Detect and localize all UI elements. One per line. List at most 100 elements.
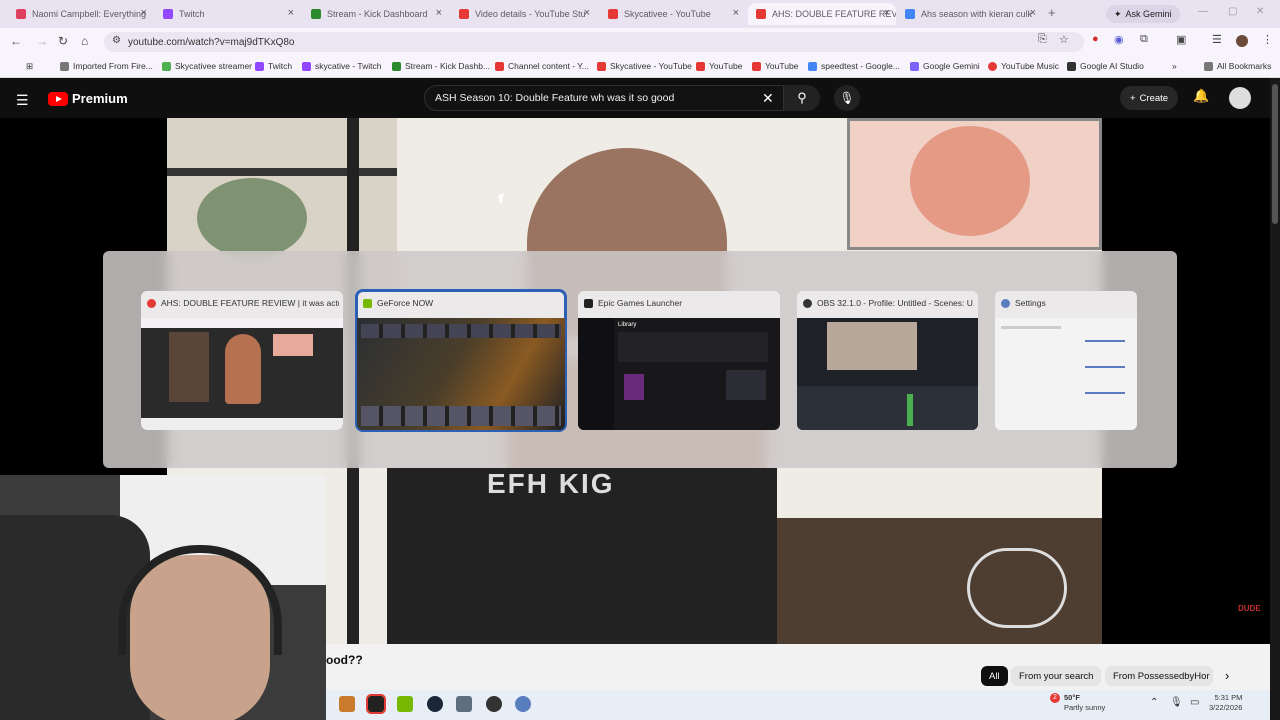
taskbar-epic-icon[interactable] bbox=[366, 694, 386, 714]
youtube-premium-logo[interactable]: Premium bbox=[48, 91, 128, 106]
taskbar-app-icon[interactable] bbox=[339, 696, 355, 712]
search-input[interactable]: ASH Season 10: Double Feature wh was it … bbox=[424, 85, 784, 111]
create-label: Create bbox=[1139, 92, 1169, 104]
taskbar-clock[interactable]: 5:31 PM 3/22/2026 bbox=[1209, 693, 1242, 713]
bookmark-speedtest[interactable]: speedtest - Google... bbox=[808, 61, 900, 71]
ask-gemini-button[interactable]: ✦ Ask Gemini bbox=[1106, 5, 1180, 23]
hamburger-menu-icon[interactable]: ☰ bbox=[16, 92, 29, 109]
channel-watermark[interactable]: DUDE bbox=[1238, 604, 1262, 626]
favicon-icon bbox=[696, 61, 705, 71]
profile-avatar[interactable] bbox=[1236, 35, 1248, 47]
obs-icon bbox=[803, 298, 812, 308]
bookmark-label: YouTube bbox=[709, 61, 743, 71]
switcher-window-epic-games[interactable]: Epic Games Launcher Library bbox=[578, 291, 780, 430]
chip-all[interactable]: All bbox=[981, 666, 1008, 686]
extensions-puzzle-icon[interactable]: ⧉ bbox=[1140, 33, 1148, 46]
switcher-window-chrome[interactable]: AHS: DOUBLE FEATURE REVIEW | it was actu… bbox=[141, 291, 343, 430]
tab-naomi-campbell[interactable]: Naomi Campbell: Everything × bbox=[8, 3, 153, 25]
browser-menu-icon[interactable]: ⋮ bbox=[1262, 33, 1273, 46]
tray-chevron-up-icon[interactable]: ⌃ bbox=[1150, 697, 1158, 708]
bookmark-kick-dashboard[interactable]: Stream - Kick Dashb... bbox=[392, 61, 490, 71]
taskbar-settings-icon[interactable] bbox=[515, 696, 531, 712]
window-title-bar: Settings bbox=[1001, 296, 1133, 310]
shirt-text: EFH KIG bbox=[487, 468, 615, 499]
chevron-right-icon[interactable]: › bbox=[1225, 668, 1229, 683]
epic-games-icon bbox=[584, 298, 593, 308]
scrollbar-thumb[interactable] bbox=[1272, 84, 1278, 224]
thumb-dock bbox=[797, 386, 978, 430]
close-window-icon[interactable]: ✕ bbox=[1256, 6, 1264, 17]
home-icon[interactable]: ⌂ bbox=[81, 34, 88, 48]
bookmark-skycative-twitch[interactable]: skycative - Twitch bbox=[302, 61, 381, 71]
tab-label: AHS: DOUBLE FEATURE REV bbox=[772, 9, 896, 19]
more-bookmarks-icon[interactable]: » bbox=[1172, 61, 1177, 71]
close-tab-icon[interactable]: × bbox=[436, 7, 442, 19]
close-tab-icon[interactable]: × bbox=[584, 7, 590, 19]
bookmark-skycativee-streamer[interactable]: Skycativee streamer bbox=[162, 61, 252, 71]
close-tab-icon[interactable]: × bbox=[288, 7, 294, 19]
tab-favicon-icon bbox=[163, 9, 173, 19]
tab-twitch[interactable]: Twitch × bbox=[155, 3, 300, 25]
address-bar[interactable]: ⚙ youtube.com/watch?v=maj9dTKxQ8o bbox=[104, 32, 1084, 52]
all-bookmarks[interactable]: All Bookmarks bbox=[1204, 61, 1271, 71]
bookmark-google-ai-studio[interactable]: Google AI Studio bbox=[1067, 61, 1144, 71]
tab-google-search[interactable]: Ahs season with kieran culk × bbox=[897, 3, 1042, 25]
account-avatar[interactable] bbox=[1229, 87, 1251, 109]
minimize-icon[interactable]: — bbox=[1198, 6, 1208, 17]
new-tab-button[interactable]: + bbox=[1048, 5, 1056, 20]
extension-icon[interactable]: ◉ bbox=[1114, 33, 1124, 46]
forward-icon[interactable]: → bbox=[36, 34, 48, 48]
tab-search-icon[interactable]: ☰ bbox=[1212, 33, 1222, 46]
favicon-icon bbox=[392, 61, 401, 71]
tab-kick-dashboard[interactable]: Stream - Kick Dashboard × bbox=[303, 3, 448, 25]
switcher-window-obs[interactable]: OBS 32.1.0 - Profile: Untitled - Scenes:… bbox=[797, 291, 978, 430]
voice-search-button[interactable]: 🎙 bbox=[834, 85, 860, 111]
bookmark-skycativee-youtube[interactable]: Skycativee - YouTube bbox=[597, 61, 692, 71]
bookmark-youtube[interactable]: YouTube bbox=[696, 61, 742, 71]
weather-widget[interactable]: 2 50°F Partly sunny bbox=[1046, 693, 1105, 713]
apps-grid-icon[interactable]: ⊞ bbox=[26, 61, 33, 72]
close-tab-icon[interactable]: × bbox=[733, 7, 739, 19]
favicon-icon bbox=[162, 61, 171, 71]
bookmark-label: Imported From Fire... bbox=[73, 61, 153, 71]
bookmark-channel-content[interactable]: Channel content - Y... bbox=[495, 61, 589, 71]
switcher-window-settings[interactable]: Settings bbox=[995, 291, 1137, 430]
close-tab-icon[interactable]: × bbox=[884, 7, 890, 19]
search-button[interactable]: ⚲ bbox=[784, 85, 820, 111]
favicon-icon bbox=[1067, 61, 1076, 71]
tab-label: Skycativee - YouTube bbox=[624, 9, 711, 19]
maximize-icon[interactable]: ▢ bbox=[1228, 6, 1237, 17]
folder-icon bbox=[60, 61, 69, 71]
back-icon[interactable]: ← bbox=[10, 34, 22, 48]
taskbar-calculator-icon[interactable] bbox=[456, 696, 472, 712]
taskbar-geforce-icon[interactable] bbox=[397, 696, 413, 712]
bookmark-youtube-2[interactable]: YouTube bbox=[752, 61, 798, 71]
tray-display-icon[interactable]: ▭ bbox=[1190, 697, 1199, 708]
switcher-window-geforce-now[interactable]: GeForce NOW bbox=[355, 289, 567, 432]
chip-from-your-search[interactable]: From your search bbox=[1011, 666, 1102, 686]
video-poster bbox=[847, 118, 1102, 250]
tray-mic-icon[interactable]: 🎙 bbox=[1170, 697, 1183, 708]
close-tab-icon[interactable]: × bbox=[1030, 7, 1036, 19]
taskbar-steam-icon[interactable] bbox=[427, 696, 443, 712]
extension-adblock-icon[interactable]: ● bbox=[1092, 33, 1099, 45]
tab-skycativee-youtube[interactable]: Skycativee - YouTube × bbox=[600, 3, 745, 25]
bookmark-twitch[interactable]: Twitch bbox=[255, 61, 292, 71]
clear-search-icon[interactable]: ✕ bbox=[762, 90, 774, 107]
bookmark-google-gemini[interactable]: Google Gemini bbox=[910, 61, 980, 71]
install-app-icon[interactable]: ⎘ bbox=[1038, 33, 1047, 46]
bookmark-star-icon[interactable]: ☆ bbox=[1059, 33, 1069, 46]
chip-from-channel[interactable]: From PossessedbyHor bbox=[1105, 666, 1213, 686]
window-title: OBS 32.1.0 - Profile: Untitled - Scenes:… bbox=[817, 298, 974, 308]
bookmark-youtube-music[interactable]: YouTube Music bbox=[988, 61, 1059, 71]
tab-youtube-studio[interactable]: Video details - YouTube Stu × bbox=[451, 3, 596, 25]
site-info-icon[interactable]: ⚙ bbox=[112, 35, 121, 46]
close-tab-icon[interactable]: × bbox=[141, 7, 147, 19]
tab-ahs-review[interactable]: AHS: DOUBLE FEATURE REV × bbox=[748, 3, 896, 25]
bookmark-imported[interactable]: Imported From Fire... bbox=[60, 61, 153, 71]
side-panel-icon[interactable]: ▣ bbox=[1176, 33, 1186, 46]
notifications-bell-icon[interactable]: 🔔 bbox=[1193, 88, 1209, 104]
reload-icon[interactable]: ↻ bbox=[58, 34, 68, 48]
taskbar-obs-icon[interactable] bbox=[486, 696, 502, 712]
create-button[interactable]: + Create bbox=[1120, 86, 1179, 110]
